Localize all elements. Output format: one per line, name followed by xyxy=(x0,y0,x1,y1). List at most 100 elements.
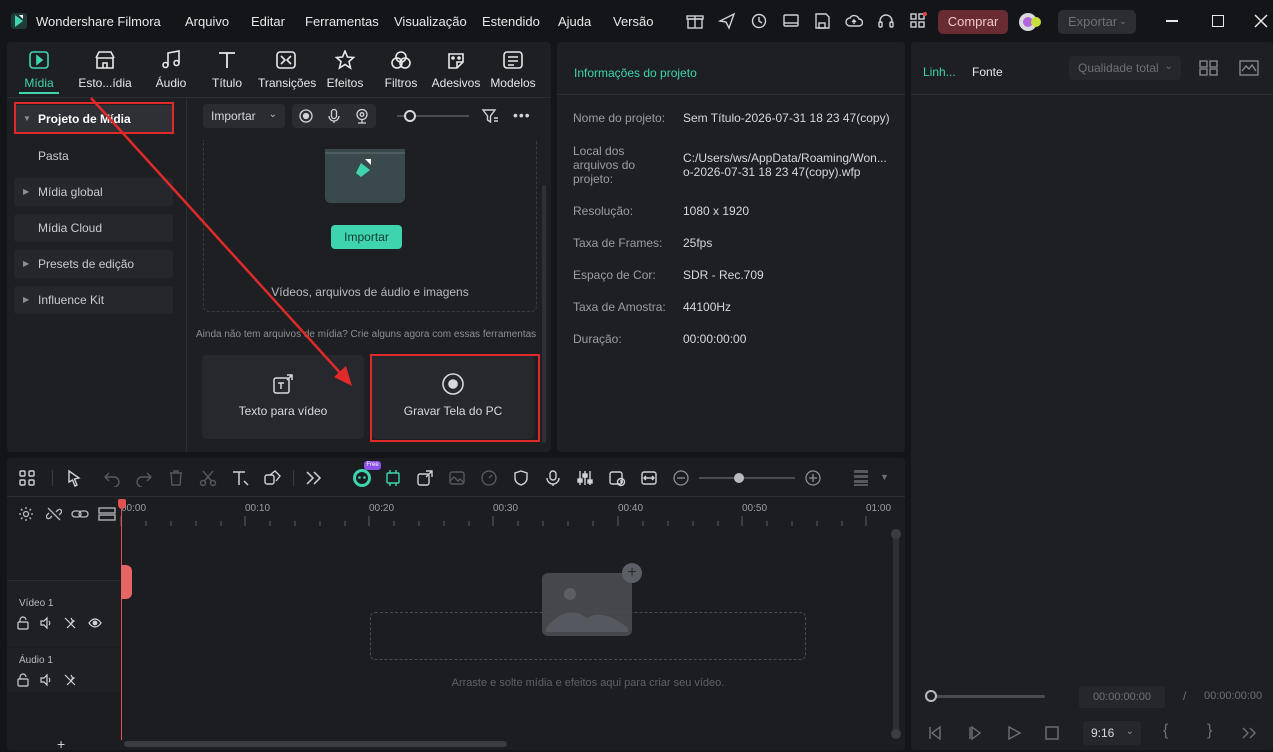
mark-out-icon[interactable]: } xyxy=(1207,722,1212,740)
image-tool-icon[interactable] xyxy=(448,469,466,487)
info-label-framerate: Taxa de Frames: xyxy=(573,236,663,250)
ruler-label: 00:20 xyxy=(369,503,395,514)
ruler-label: 00:30 xyxy=(493,503,519,514)
free-badge: Free xyxy=(364,461,381,470)
stop-icon[interactable] xyxy=(1044,725,1060,741)
ruler-label: 00:50 xyxy=(742,503,768,514)
playhead-handle[interactable] xyxy=(925,690,937,702)
voiceover-microphone-icon[interactable] xyxy=(544,469,562,487)
time-separator: / xyxy=(1183,689,1187,703)
zoom-out-icon[interactable] xyxy=(672,469,690,487)
quality-label: Qualidade total xyxy=(1078,61,1159,75)
timeline-drop-hint: Arraste e solte mídia e efeitos aqui par… xyxy=(451,677,725,689)
video-track-header xyxy=(7,581,120,647)
timeline-vertical-scrollbar[interactable] xyxy=(893,531,899,738)
chevron-down-icon: ⌄ xyxy=(1125,726,1134,737)
delete-icon[interactable] xyxy=(167,469,185,487)
tab-source-preview[interactable]: Fonte xyxy=(972,65,1003,79)
toolbar-separator xyxy=(293,470,294,486)
expand-more-icon[interactable] xyxy=(304,469,322,487)
info-label-name: Nome do projeto: xyxy=(573,111,666,125)
snapshot-icon[interactable] xyxy=(608,469,626,487)
timeline-settings-icon[interactable] xyxy=(18,506,34,522)
total-time: 00:00:00:00 xyxy=(1204,690,1263,702)
preview-panel xyxy=(911,42,1273,750)
timeline-ruler[interactable] xyxy=(120,514,900,528)
no-effects-icon[interactable] xyxy=(63,673,77,687)
undo-icon[interactable] xyxy=(103,469,121,487)
info-value-colorspace: SDR - Rec.709 xyxy=(683,268,764,282)
prev-frame-icon[interactable] xyxy=(926,724,944,742)
scrollbar-cap xyxy=(891,529,901,539)
add-media-plus-icon[interactable]: + xyxy=(622,563,642,583)
speed-icon[interactable] xyxy=(480,469,498,487)
next-frame-icon[interactable] xyxy=(966,724,984,742)
speaker-icon[interactable] xyxy=(39,616,53,630)
select-pointer-icon[interactable] xyxy=(66,469,84,487)
toolbar-separator xyxy=(52,470,53,486)
track-height-icon[interactable] xyxy=(852,469,870,487)
tab-timeline-preview[interactable]: Linh... xyxy=(923,65,956,79)
info-label-colorspace: Espaço de Cor: xyxy=(573,268,656,282)
zoom-slider[interactable] xyxy=(699,477,795,479)
mark-in-icon[interactable]: { xyxy=(1163,722,1168,740)
track-start-marker xyxy=(121,565,132,599)
info-value-name: Sem Título-2026-07-31 18 23 47(copy) xyxy=(683,111,890,125)
info-value-resolution: 1080 x 1920 xyxy=(683,204,750,218)
preview-divider xyxy=(911,94,1273,95)
unlink-icon[interactable] xyxy=(46,506,62,522)
timeline-drop-zone[interactable] xyxy=(370,612,806,660)
playhead-handle-top[interactable] xyxy=(118,499,126,509)
quality-dropdown[interactable]: Qualidade total ⌄ xyxy=(1069,56,1181,80)
aspect-ratio-label: 9:16 xyxy=(1091,726,1115,740)
current-time-field[interactable]: 00:00:00:00 xyxy=(1079,686,1165,708)
chevron-down-icon: ⌄ xyxy=(1164,61,1173,72)
speaker-icon[interactable] xyxy=(39,673,53,687)
audio-track-label: Áudio 1 xyxy=(19,655,53,666)
timeline-playhead[interactable] xyxy=(121,503,122,740)
redo-icon[interactable] xyxy=(135,469,153,487)
ai-mate-icon[interactable] xyxy=(351,467,373,489)
track-layout-icon[interactable] xyxy=(98,506,116,522)
timeline-horizontal-scrollbar[interactable] xyxy=(124,741,507,747)
ruler-label: 00:40 xyxy=(618,503,644,514)
ruler-label: 00:10 xyxy=(245,503,271,514)
info-label-samplerate: Taxa de Amostra: xyxy=(573,300,666,314)
crop-transform-icon[interactable] xyxy=(263,469,281,487)
info-value-framerate: 25fps xyxy=(683,236,713,250)
info-label-location: Local dos arquivos do projeto: xyxy=(573,144,636,186)
aspect-ratio-dropdown[interactable]: 9:16 ⌄ xyxy=(1083,721,1141,745)
waveform-view-icon[interactable] xyxy=(1239,59,1259,77)
eye-icon[interactable] xyxy=(88,616,102,630)
chevron-down-icon[interactable]: ▼ xyxy=(880,472,889,482)
timeline-toolbar-divider xyxy=(7,496,905,497)
info-label-duration: Duração: xyxy=(573,332,622,346)
audio-mixer-icon[interactable] xyxy=(576,469,594,487)
lock-icon[interactable] xyxy=(16,673,30,687)
scrollbar-cap xyxy=(891,729,901,739)
play-icon[interactable] xyxy=(1005,724,1023,742)
info-value-samplerate: 44100Hz xyxy=(683,300,732,314)
scissors-icon[interactable] xyxy=(199,469,217,487)
info-value-duration: 00:00:00:00 xyxy=(683,332,747,346)
layout-grid-icon[interactable] xyxy=(18,469,36,487)
lock-icon[interactable] xyxy=(16,616,30,630)
fit-to-width-icon[interactable] xyxy=(640,469,658,487)
no-effects-icon[interactable] xyxy=(63,616,77,630)
zoom-in-icon[interactable] xyxy=(804,469,822,487)
shield-icon[interactable] xyxy=(512,469,530,487)
ai-cut-icon[interactable] xyxy=(384,469,402,487)
text-tool-icon[interactable] xyxy=(231,469,249,487)
zoom-slider-handle[interactable] xyxy=(734,473,744,483)
export-clip-icon[interactable] xyxy=(416,469,434,487)
more-controls-icon[interactable] xyxy=(1240,725,1258,741)
project-info-title: Informações do projeto xyxy=(574,66,697,80)
playback-progress-bar[interactable] xyxy=(929,695,1045,698)
ruler-label: 01:00 xyxy=(866,503,892,514)
grid-view-icon[interactable] xyxy=(1199,59,1219,77)
info-divider xyxy=(557,94,905,95)
timeline-panel xyxy=(7,458,905,750)
link-icon[interactable] xyxy=(71,506,89,522)
info-label-resolution: Resolução: xyxy=(573,204,634,218)
info-value-location: C:/Users/ws/AppData/Roaming/Won... o-202… xyxy=(683,151,887,179)
